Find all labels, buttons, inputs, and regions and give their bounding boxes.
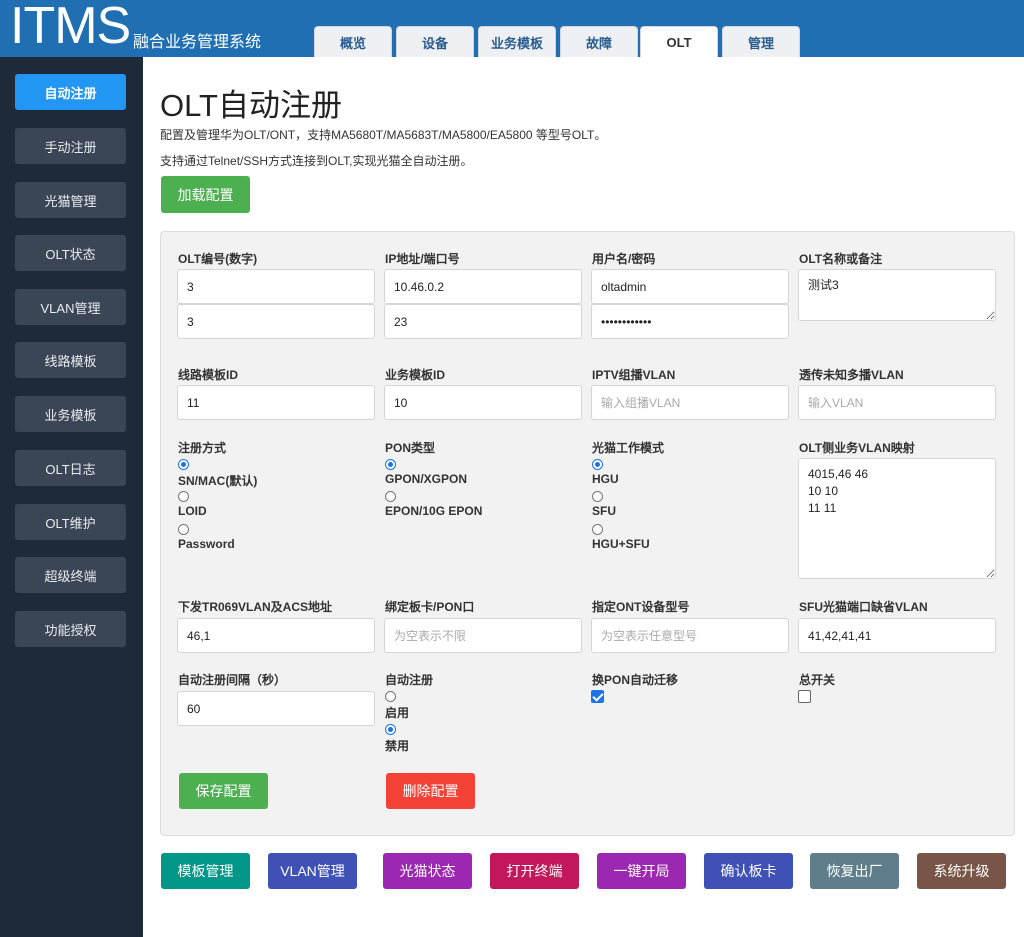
tab-overview[interactable]: 概览: [314, 26, 392, 57]
reg-mode-loid-radio[interactable]: [178, 491, 189, 502]
tab-devices[interactable]: 设备: [396, 26, 474, 57]
interval-input[interactable]: [177, 691, 375, 726]
sidebar-item-olt-log[interactable]: OLT日志: [15, 450, 126, 486]
page-title: OLT自动注册: [160, 88, 342, 123]
sidebar-item-super-terminal[interactable]: 超级终端: [15, 557, 126, 593]
logo-subtitle: 融合业务管理系统: [133, 34, 262, 51]
interval-label: 自动注册间隔（秒）: [178, 673, 287, 687]
logo: ITMS: [10, 0, 131, 55]
sidebar-item-ont-management[interactable]: 光猫管理: [15, 182, 126, 218]
ont-mode-hgu-radio[interactable]: [592, 459, 603, 470]
tab-faults[interactable]: 故障: [560, 26, 638, 57]
olt-number-input-2[interactable]: [177, 304, 375, 339]
open-terminal-button[interactable]: 打开终端: [490, 853, 579, 889]
iptv-vlan-label: IPTV组播VLAN: [592, 368, 676, 382]
sidebar-item-feature-license[interactable]: 功能授权: [15, 611, 126, 647]
olt-name-label: OLT名称或备注: [799, 252, 883, 266]
ont-model-label: 指定ONT设备型号: [592, 600, 690, 614]
sidebar: 自动注册 手动注册 光猫管理 OLT状态 VLAN管理 线路模板 业务模板 OL…: [0, 57, 143, 937]
ont-mode-label: 光猫工作模式: [592, 441, 665, 455]
top-header: ITMS 融合业务管理系统 概览 设备 业务模板 故障 OLT 管理: [0, 0, 1024, 57]
pon-type-label: PON类型: [385, 441, 436, 455]
unknown-multicast-label: 透传未知多播VLAN: [799, 368, 904, 382]
sidebar-item-vlan-management[interactable]: VLAN管理: [15, 289, 126, 325]
sidebar-item-line-template[interactable]: 线路模板: [15, 342, 126, 378]
username-input[interactable]: [591, 269, 789, 304]
service-template-label: 业务模板ID: [385, 368, 446, 382]
tab-olt[interactable]: OLT: [640, 26, 718, 57]
pon-type-gpon-radio[interactable]: [385, 459, 396, 470]
sidebar-item-olt-status[interactable]: OLT状态: [15, 235, 126, 271]
sidebar-item-service-template[interactable]: 业务模板: [15, 396, 126, 432]
reg-mode-password-radio[interactable]: [178, 524, 189, 535]
vlan-map-textarea[interactable]: 4015,46 46 10 10 11 11: [798, 458, 996, 579]
reg-mode-sn-radio[interactable]: [178, 459, 189, 470]
line-template-label: 线路模板ID: [178, 368, 239, 382]
sfu-vlan-label: SFU光猫端口缺省VLAN: [799, 600, 928, 614]
auto-register-label: 自动注册: [385, 673, 434, 687]
auto-register-enable-radio[interactable]: [385, 691, 396, 702]
load-config-button[interactable]: 加载配置: [161, 176, 250, 213]
template-management-button[interactable]: 模板管理: [161, 853, 250, 889]
olt-name-textarea[interactable]: 测试3: [798, 269, 996, 321]
olt-number-label: OLT编号(数字): [178, 252, 258, 266]
pon-migrate-checkbox[interactable]: [591, 690, 604, 703]
ont-mode-hgu-label: HGU: [592, 472, 619, 486]
description-line-1: 配置及管理华为OLT/ONT，支持MA5680T/MA5683T/MA5800/…: [160, 128, 607, 142]
ont-mode-hgu-sfu-label: HGU+SFU: [592, 537, 650, 551]
tr069-label: 下发TR069VLAN及ACS地址: [178, 600, 333, 614]
vlan-map-label: OLT侧业务VLAN映射: [799, 441, 915, 455]
delete-config-button[interactable]: 删除配置: [386, 773, 475, 809]
pon-type-epon-label: EPON/10G EPON: [385, 504, 483, 518]
system-upgrade-button[interactable]: 系统升级: [917, 853, 1006, 889]
description-line-2: 支持通过Telnet/SSH方式连接到OLT,实现光猫全自动注册。: [160, 154, 473, 168]
reg-mode-sn-label: SN/MAC(默认): [178, 474, 258, 488]
iptv-vlan-input[interactable]: [591, 385, 789, 420]
master-switch-label: 总开关: [799, 673, 836, 687]
pon-migrate-label: 换PON自动迁移: [592, 673, 679, 687]
auto-register-disable-label: 禁用: [385, 739, 410, 753]
master-switch-checkbox[interactable]: [798, 690, 811, 703]
sfu-vlan-input[interactable]: [798, 618, 996, 653]
register-mode-label: 注册方式: [178, 441, 227, 455]
auto-register-enable-label: 启用: [385, 706, 410, 720]
tr069-input[interactable]: [177, 618, 375, 653]
port-input[interactable]: [384, 304, 582, 339]
user-password-label: 用户名/密码: [592, 252, 656, 266]
factory-reset-button[interactable]: 恢复出厂: [810, 853, 899, 889]
ont-model-input[interactable]: [591, 618, 789, 653]
line-template-input[interactable]: [177, 385, 375, 420]
bind-board-label: 绑定板卡/PON口: [385, 600, 475, 614]
unknown-multicast-input[interactable]: [798, 385, 996, 420]
one-click-provision-button[interactable]: 一键开局: [597, 853, 686, 889]
ont-mode-sfu-radio[interactable]: [592, 491, 603, 502]
ont-mode-hgu-sfu-radio[interactable]: [592, 524, 603, 535]
olt-number-input[interactable]: [177, 269, 375, 304]
sidebar-item-manual-register[interactable]: 手动注册: [15, 128, 126, 164]
sidebar-item-olt-maintenance[interactable]: OLT维护: [15, 504, 126, 540]
pon-type-gpon-label: GPON/XGPON: [385, 472, 468, 486]
ont-mode-sfu-label: SFU: [592, 504, 616, 518]
tab-management[interactable]: 管理: [722, 26, 800, 57]
pon-type-epon-radio[interactable]: [385, 491, 396, 502]
bind-board-input[interactable]: [384, 618, 582, 653]
reg-mode-password-label: Password: [178, 537, 235, 551]
service-template-input[interactable]: [384, 385, 582, 420]
save-config-button[interactable]: 保存配置: [179, 773, 268, 809]
ont-status-button[interactable]: 光猫状态: [383, 853, 472, 889]
ip-port-label: IP地址/端口号: [385, 252, 460, 266]
password-input[interactable]: [591, 304, 789, 339]
tab-service-templates[interactable]: 业务模板: [478, 26, 556, 57]
vlan-management-button[interactable]: VLAN管理: [268, 853, 357, 889]
reg-mode-loid-label: LOID: [178, 504, 207, 518]
sidebar-item-auto-register[interactable]: 自动注册: [15, 74, 126, 110]
ip-address-input[interactable]: [384, 269, 582, 304]
confirm-board-button[interactable]: 确认板卡: [704, 853, 793, 889]
auto-register-disable-radio[interactable]: [385, 724, 396, 735]
